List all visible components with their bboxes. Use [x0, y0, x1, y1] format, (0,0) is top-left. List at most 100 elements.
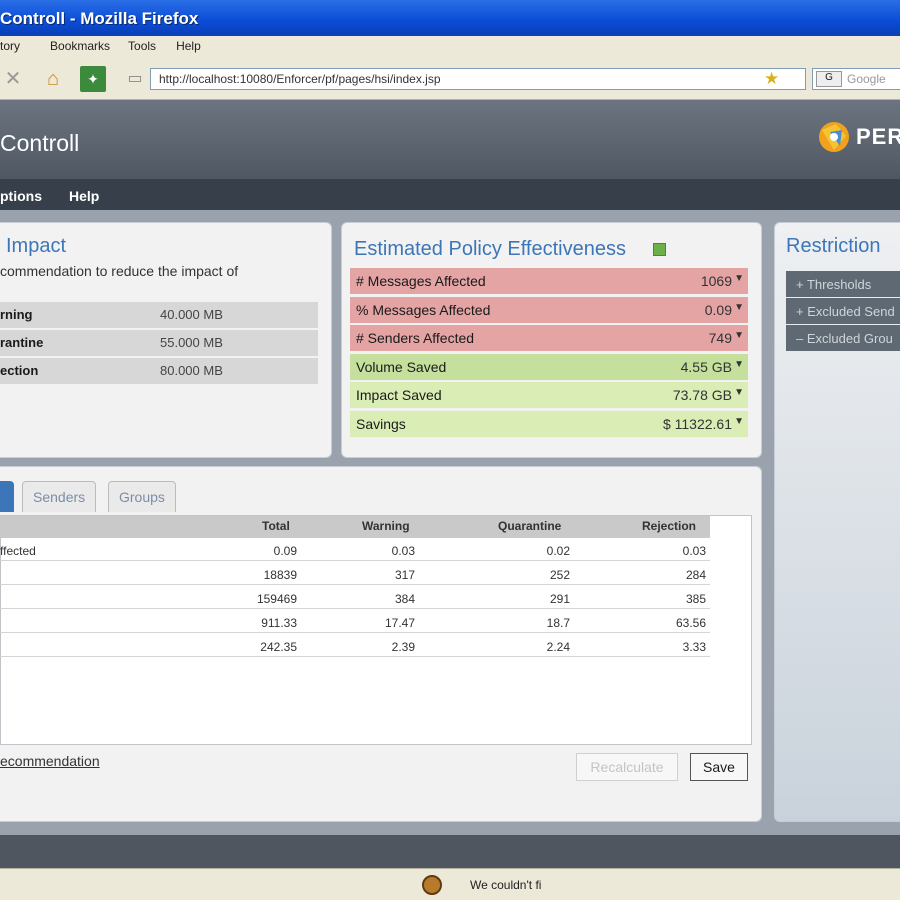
navigation-toolbar: ✕ ⌂ ✦ ▭ http://localhost:10080/Enforcer/…	[0, 58, 900, 100]
table-row: 18839 317 252 284	[0, 563, 710, 585]
impact-description: commendation to reduce the impact of	[0, 263, 239, 279]
table-row: 159469 384 291 385	[0, 587, 710, 609]
search-engine-icon[interactable]: G	[816, 71, 842, 87]
page-icon: ▭	[127, 70, 143, 87]
cell-warning: 384	[394, 592, 415, 606]
eff-row-value: 1069	[700, 273, 732, 289]
tab-summary[interactable]	[0, 481, 14, 512]
eff-row-value: 73.78 GB	[672, 387, 732, 403]
eff-row-senders-affected: # Senders Affected 749 ▼	[350, 325, 748, 351]
cell-total: 911.33	[261, 616, 297, 630]
side-item-excluded-groups[interactable]: – Excluded Grou	[786, 325, 900, 351]
url-bar[interactable]: http://localhost:10080/Enforcer/pf/pages…	[150, 68, 806, 90]
col-header-warning: Warning	[362, 519, 410, 533]
eff-row-label: Volume Saved	[356, 359, 447, 375]
menu-help[interactable]: Help	[176, 39, 201, 58]
cell-warning: 17.47	[384, 616, 415, 630]
cell-rejection: 3.33	[682, 640, 706, 654]
save-label: Save	[703, 759, 735, 775]
impact-row-label: rantine	[0, 335, 44, 350]
impact-row-warning: rning 40.000 MB	[0, 302, 318, 328]
eff-row-label: Impact Saved	[356, 387, 442, 403]
trend-down-icon: ▼	[734, 359, 744, 370]
window-title: Controll - Mozilla Firefox	[0, 9, 199, 28]
cell-quarantine: 291	[549, 592, 570, 606]
impact-row-rejection: ection 80.000 MB	[0, 358, 318, 384]
eff-row-value: 0.09	[704, 302, 732, 318]
eff-row-value: 4.55 GB	[680, 359, 732, 375]
trend-down-icon: ▼	[734, 302, 744, 313]
status-text: We couldn't fi	[470, 878, 542, 892]
restriction-title: Restriction	[786, 235, 881, 257]
cell-quarantine: 2.24	[546, 640, 570, 654]
cell-rejection: 63.56	[675, 616, 706, 630]
bookmark-star-icon[interactable]: ★	[764, 69, 779, 89]
recommendation-link[interactable]: ecommendation	[0, 753, 100, 769]
effectiveness-title: Estimated Policy Effectiveness	[354, 238, 626, 260]
save-button[interactable]: Save	[690, 753, 748, 781]
eff-row-label: # Messages Affected	[356, 273, 486, 289]
table-row: ffected 0.09 0.03 0.02 0.03	[0, 539, 710, 561]
cell-rejection: 284	[685, 568, 706, 582]
cell-rejection: 0.03	[682, 544, 706, 558]
impact-row-value: 80.000 MB	[160, 363, 223, 378]
menu-tools[interactable]: Tools	[128, 39, 156, 58]
home-icon[interactable]: ⌂	[40, 66, 66, 92]
logo-text: PER	[856, 124, 900, 149]
impact-row-value: 55.000 MB	[160, 335, 223, 350]
expand-icon: +	[796, 277, 807, 292]
cell-rejection: 385	[685, 592, 706, 606]
trend-down-icon: ▼	[734, 273, 744, 284]
cell-warning: 317	[394, 568, 415, 582]
side-item-thresholds[interactable]: + Thresholds	[786, 271, 900, 297]
trend-down-icon: ▼	[734, 416, 744, 427]
recalculate-button[interactable]: Recalculate	[576, 753, 678, 781]
cell-total: 18839	[263, 568, 297, 582]
expand-icon: +	[796, 304, 808, 319]
table-row: 242.35 2.39 2.24 3.33	[0, 635, 710, 657]
col-header-rejection: Rejection	[642, 519, 697, 533]
nav-help[interactable]: Help	[69, 188, 99, 204]
trend-down-icon: ▼	[734, 330, 744, 341]
cell-total: 242.35	[260, 640, 297, 654]
eff-row-label: % Messages Affected	[356, 302, 491, 318]
effectiveness-status-icon	[653, 243, 666, 256]
impact-row-label: rning	[0, 307, 33, 322]
cell-total: 0.09	[273, 544, 297, 558]
cell-warning: 2.39	[391, 640, 415, 654]
cell-total: 159469	[256, 592, 297, 606]
eff-row-messages-affected: # Messages Affected 1069 ▼	[350, 268, 748, 294]
menu-history[interactable]: tory	[0, 39, 20, 58]
eff-row-impact-saved: Impact Saved 73.78 GB ▼	[350, 382, 748, 408]
eff-row-percent-affected: % Messages Affected 0.09 ▼	[350, 297, 748, 323]
side-item-label: Excluded Send	[807, 304, 895, 319]
app-nav: ptions Help	[0, 180, 900, 210]
col-header-total: Total	[262, 519, 290, 533]
cell-quarantine: 0.02	[546, 544, 570, 558]
stop-icon[interactable]: ✕	[0, 66, 26, 92]
impact-row-label: ection	[0, 363, 39, 378]
window-title-bar: Controll - Mozilla Firefox	[0, 0, 900, 36]
side-item-label: Thresholds	[806, 277, 872, 292]
impact-row-value: 40.000 MB	[160, 307, 223, 322]
eff-row-volume-saved: Volume Saved 4.55 GB ▼	[350, 354, 748, 380]
col-header-quarantine: Quarantine	[498, 519, 562, 533]
cell-warning: 0.03	[391, 544, 415, 558]
tab-label: Groups	[119, 489, 165, 505]
tab-label: Senders	[33, 489, 86, 505]
recalculate-label: Recalculate	[590, 759, 664, 775]
table-header	[0, 516, 710, 538]
tab-senders[interactable]: Senders	[22, 481, 97, 512]
menu-bookmarks[interactable]: Bookmarks	[50, 39, 110, 58]
eff-row-label: # Senders Affected	[356, 330, 475, 346]
collapse-icon: –	[796, 331, 807, 346]
impact-title: Impact	[6, 235, 67, 257]
eff-row-value: $ 11322.61	[662, 416, 732, 432]
logo-mark-icon	[819, 122, 849, 152]
addon-icon[interactable]: ✦	[80, 66, 106, 92]
status-bar: We couldn't fi	[0, 868, 900, 900]
nav-options[interactable]: ptions	[0, 188, 42, 204]
tab-groups[interactable]: Groups	[108, 481, 176, 512]
search-placeholder: Google	[847, 72, 886, 86]
side-item-excluded-senders[interactable]: + Excluded Send	[786, 298, 900, 324]
